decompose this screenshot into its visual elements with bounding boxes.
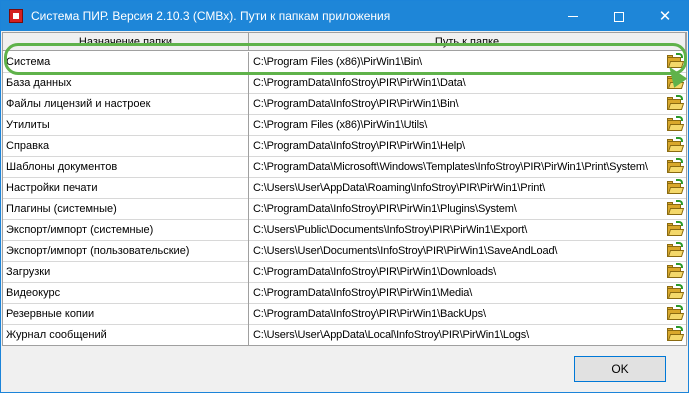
browse-folder-button[interactable] bbox=[667, 263, 685, 279]
maximize-button[interactable] bbox=[596, 1, 642, 31]
ok-button[interactable]: OK bbox=[574, 356, 666, 382]
table-row[interactable]: Плагины (системные) C:\ProgramData\InfoSt… bbox=[3, 199, 686, 220]
folder-open-icon bbox=[667, 116, 685, 132]
folder-open-icon bbox=[667, 137, 685, 153]
folder-open-icon bbox=[667, 158, 685, 174]
table-row[interactable]: Журнал сообщений C:\Users\User\AppData\Lo… bbox=[3, 325, 686, 345]
folder-path-cell[interactable]: C:\ProgramData\InfoStroy\PIR\PirWin1\Hel… bbox=[250, 136, 663, 157]
browse-folder-button[interactable] bbox=[667, 95, 685, 111]
folder-purpose-cell[interactable]: Утилиты bbox=[3, 115, 249, 136]
folder-open-icon bbox=[667, 200, 685, 216]
column-header-path[interactable]: Путь к папке bbox=[249, 33, 686, 51]
folder-path-cell[interactable]: C:\Users\User\Documents\InfoStroy\PIR\Pi… bbox=[250, 241, 663, 262]
browse-folder-button[interactable] bbox=[667, 242, 685, 258]
browse-folder-button[interactable] bbox=[667, 200, 685, 216]
folder-open-icon bbox=[667, 74, 685, 90]
title-bar[interactable]: Система ПИР. Версия 2.10.3 (СМВх). Пути … bbox=[1, 1, 688, 31]
folder-purpose-cell[interactable]: Резервные копии bbox=[3, 304, 249, 325]
folder-path-cell[interactable]: C:\Program Files (x86)\PirWin1\Bin\ bbox=[250, 52, 663, 73]
browse-folder-button[interactable] bbox=[667, 221, 685, 237]
folder-path-cell[interactable]: C:\Program Files (x86)\PirWin1\Utils\ bbox=[250, 115, 663, 136]
folder-purpose-cell[interactable]: Шаблоны документов bbox=[3, 157, 249, 178]
app-icon bbox=[9, 9, 23, 23]
table-row[interactable]: Резервные копии C:\ProgramData\InfoStroy\… bbox=[3, 304, 686, 325]
column-header-name[interactable]: Назначение папки bbox=[3, 33, 249, 51]
folder-path-cell[interactable]: C:\ProgramData\InfoStroy\PIR\PirWin1\Dat… bbox=[250, 73, 663, 94]
folder-purpose-cell[interactable]: Система bbox=[3, 52, 249, 73]
browse-folder-button[interactable] bbox=[667, 137, 685, 153]
browse-folder-button[interactable] bbox=[667, 326, 685, 342]
grid-header: Назначение папки Путь к папке bbox=[3, 33, 686, 51]
table-row[interactable]: Шаблоны документов C:\ProgramData\Microso… bbox=[3, 157, 686, 178]
folder-open-icon bbox=[667, 242, 685, 258]
folder-path-cell[interactable]: C:\ProgramData\InfoStroy\PIR\PirWin1\Plu… bbox=[250, 199, 663, 220]
table-row[interactable]: Экспорт/импорт (системные) C:\Users\Publi… bbox=[3, 220, 686, 241]
folder-path-cell[interactable]: C:\ProgramData\InfoStroy\PIR\PirWin1\Dow… bbox=[250, 262, 663, 283]
folder-purpose-cell[interactable]: Видеокурс bbox=[3, 283, 249, 304]
app-window: Система ПИР. Версия 2.10.3 (СМВх). Пути … bbox=[0, 0, 689, 393]
minimize-button[interactable] bbox=[550, 1, 596, 31]
minimize-icon bbox=[568, 16, 578, 17]
folder-purpose-cell[interactable]: Настройки печати bbox=[3, 178, 249, 199]
table-row[interactable]: Файлы лицензий и настроек C:\ProgramData\… bbox=[3, 94, 686, 115]
table-row[interactable]: Настройки печати C:\Users\User\AppData\Ro… bbox=[3, 178, 686, 199]
folder-open-icon bbox=[667, 284, 685, 300]
folder-path-cell[interactable]: C:\Users\Public\Documents\InfoStroy\PIR\… bbox=[250, 220, 663, 241]
table-row[interactable]: Видеокурс C:\ProgramData\InfoStroy\PIR\Pi… bbox=[3, 283, 686, 304]
maximize-icon bbox=[614, 11, 624, 22]
folder-open-icon bbox=[667, 305, 685, 321]
folder-purpose-cell[interactable]: Плагины (системные) bbox=[3, 199, 249, 220]
table-row[interactable]: Экспорт/импорт (пользовательские) C:\User… bbox=[3, 241, 686, 262]
folder-purpose-cell[interactable]: Справка bbox=[3, 136, 249, 157]
browse-folder-button[interactable] bbox=[667, 305, 685, 321]
table-row[interactable]: Загрузки C:\ProgramData\InfoStroy\PIR\Pir… bbox=[3, 262, 686, 283]
browse-folder-button[interactable] bbox=[667, 158, 685, 174]
folder-purpose-cell[interactable]: Экспорт/импорт (системные) bbox=[3, 220, 249, 241]
folder-open-icon bbox=[667, 221, 685, 237]
folder-path-cell[interactable]: C:\Users\User\AppData\Roaming\InfoStroy\… bbox=[250, 178, 663, 199]
browse-folder-button[interactable] bbox=[667, 179, 685, 195]
browse-folder-button[interactable] bbox=[667, 284, 685, 300]
folders-grid: Назначение папки Путь к папке Система C:\… bbox=[2, 32, 687, 346]
folder-path-cell[interactable]: C:\Users\User\AppData\Local\InfoStroy\PI… bbox=[250, 325, 663, 345]
folder-path-cell[interactable]: C:\ProgramData\InfoStroy\PIR\PirWin1\Bac… bbox=[250, 304, 663, 325]
folder-open-icon bbox=[667, 326, 685, 342]
browse-folder-button[interactable] bbox=[667, 116, 685, 132]
folder-path-cell[interactable]: C:\ProgramData\InfoStroy\PIR\PirWin1\Bin… bbox=[250, 94, 663, 115]
close-icon: ✕ bbox=[658, 7, 672, 25]
folder-open-icon bbox=[667, 263, 685, 279]
folder-purpose-cell[interactable]: Файлы лицензий и настроек bbox=[3, 94, 249, 115]
browse-folder-button[interactable] bbox=[667, 74, 685, 90]
folder-open-icon bbox=[667, 95, 685, 111]
window-title: Система ПИР. Версия 2.10.3 (СМВх). Пути … bbox=[31, 9, 391, 23]
table-row[interactable]: Утилиты C:\Program Files (x86)\PirWin1\Ut… bbox=[3, 115, 686, 136]
folder-path-cell[interactable]: C:\ProgramData\InfoStroy\PIR\PirWin1\Med… bbox=[250, 283, 663, 304]
table-row[interactable]: Система C:\Program Files (x86)\PirWin1\Bi… bbox=[3, 52, 686, 73]
folder-purpose-cell[interactable]: Экспорт/импорт (пользовательские) bbox=[3, 241, 249, 262]
table-row[interactable]: Справка C:\ProgramData\InfoStroy\PIR\PirW… bbox=[3, 136, 686, 157]
close-button[interactable]: ✕ bbox=[642, 1, 688, 31]
table-row[interactable]: База данных C:\ProgramData\InfoStroy\PIR\… bbox=[3, 73, 686, 94]
browse-folder-button[interactable] bbox=[667, 53, 685, 69]
folder-path-cell[interactable]: C:\ProgramData\Microsoft\Windows\Templat… bbox=[250, 157, 663, 178]
folder-purpose-cell[interactable]: Загрузки bbox=[3, 262, 249, 283]
folder-open-icon bbox=[667, 53, 685, 69]
folder-purpose-cell[interactable]: Журнал сообщений bbox=[3, 325, 249, 345]
folder-purpose-cell[interactable]: База данных bbox=[3, 73, 249, 94]
folder-open-icon bbox=[667, 179, 685, 195]
